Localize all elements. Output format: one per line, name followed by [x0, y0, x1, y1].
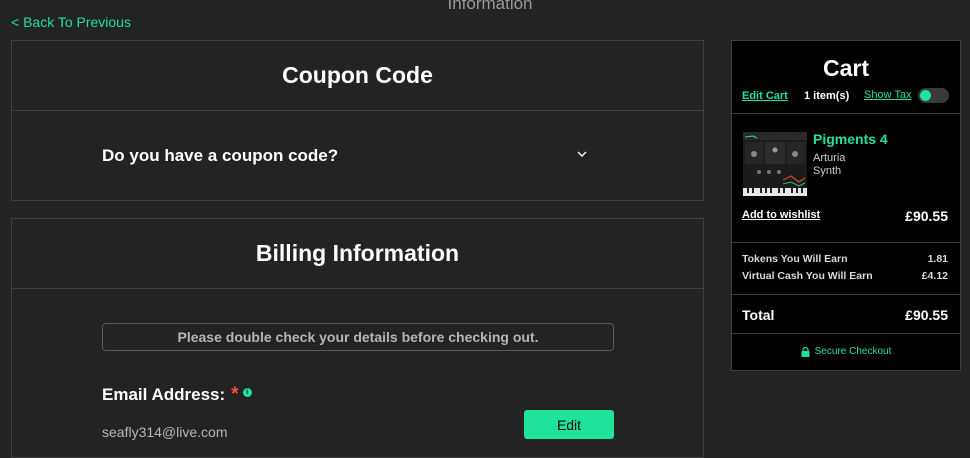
email-value: seafly314@live.com: [102, 424, 228, 440]
product-brand: Arturia: [813, 152, 846, 164]
chevron-down-icon: [577, 151, 587, 157]
coupon-title: Coupon Code: [12, 41, 703, 111]
required-mark: *: [231, 384, 239, 405]
cart-divider: [732, 113, 960, 114]
edit-email-button[interactable]: Edit: [524, 410, 614, 439]
virtual-cash-value: £4.12: [921, 270, 948, 282]
page-heading: Information: [447, 0, 533, 13]
show-tax-link[interactable]: Show Tax: [864, 89, 912, 101]
coupon-question: Do you have a coupon code?: [102, 145, 339, 165]
lock-icon: [801, 346, 810, 357]
tokens-value: 1.81: [927, 253, 948, 265]
virtual-cash-label: Virtual Cash You Will Earn: [742, 270, 873, 282]
show-tax-toggle[interactable]: [918, 88, 949, 103]
cart-panel: Cart Edit Cart 1 item(s) Show Tax Pigmen…: [731, 40, 961, 371]
cart-item-count: 1 item(s): [804, 90, 850, 102]
email-label-text: Email Address:: [102, 385, 226, 404]
cart-divider: [732, 242, 960, 243]
cart-title: Cart: [822, 55, 869, 81]
cart-divider: [732, 294, 960, 295]
product-thumbnail[interactable]: [743, 132, 807, 196]
email-label: Email Address: * i: [102, 384, 252, 406]
total-label: Total: [742, 307, 775, 323]
product-type: Synth: [813, 165, 842, 177]
back-link[interactable]: < Back To Previous: [11, 14, 131, 30]
details-notice: Please double check your details before …: [102, 323, 614, 351]
coupon-toggle-row[interactable]: Do you have a coupon code?: [12, 111, 703, 200]
coupon-panel: Coupon Code Do you have a coupon code?: [11, 40, 704, 201]
add-to-wishlist-link[interactable]: Add to wishlist: [742, 209, 820, 221]
edit-cart-link[interactable]: Edit Cart: [742, 90, 788, 102]
tokens-label: Tokens You Will Earn: [742, 253, 848, 265]
total-value: £90.55: [905, 307, 948, 323]
info-icon[interactable]: i: [242, 387, 252, 397]
secure-checkout-link[interactable]: Secure Checkout: [732, 346, 960, 357]
secure-checkout-label: Secure Checkout: [814, 346, 892, 357]
billing-panel: Billing Information Please double check …: [11, 218, 704, 458]
toggle-knob: [920, 90, 931, 101]
billing-title: Billing Information: [12, 219, 703, 289]
product-name[interactable]: Pigments 4: [813, 131, 888, 147]
cart-divider: [732, 333, 960, 334]
product-price: £90.55: [905, 208, 948, 224]
